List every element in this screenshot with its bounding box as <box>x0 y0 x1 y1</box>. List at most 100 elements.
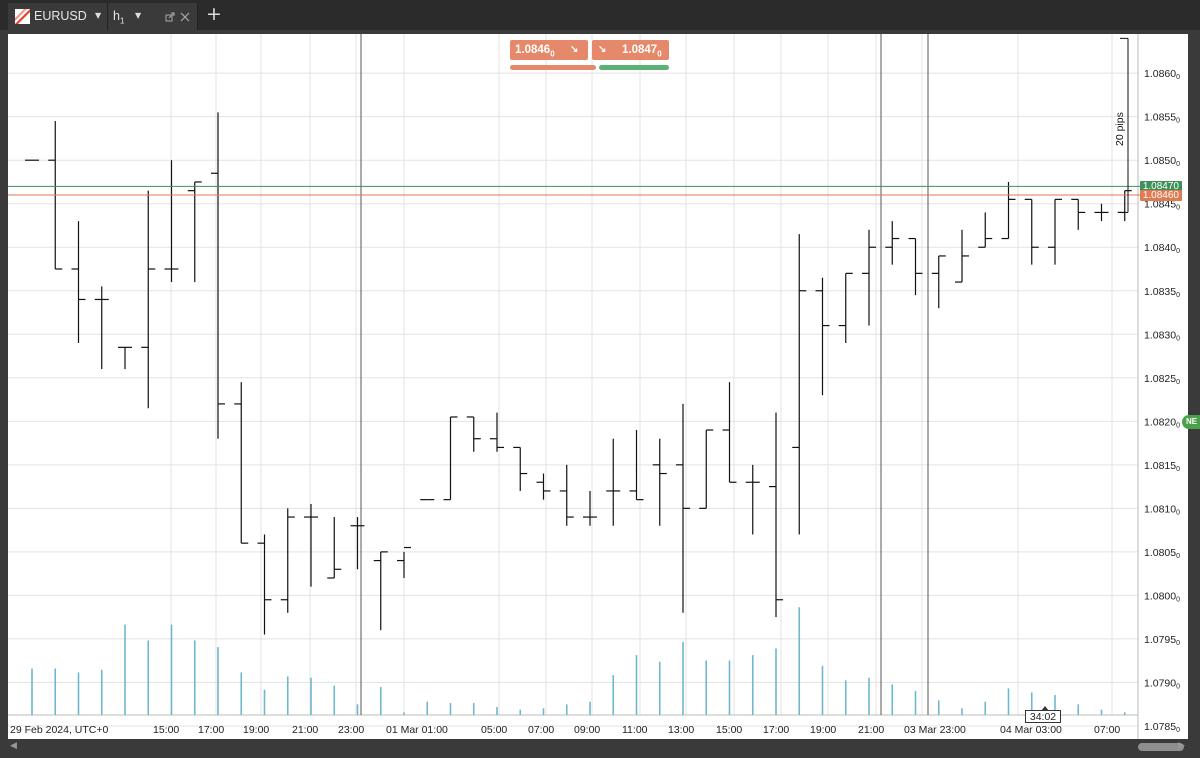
y-tick-label: 1.07950 <box>1144 634 1180 647</box>
y-tick-label-sub: 0 <box>1176 118 1180 125</box>
ohlc-bar <box>350 517 365 570</box>
ctrader-logo-icon <box>15 9 30 24</box>
ohlc-bar <box>559 464 574 526</box>
ohlc-bar <box>141 190 156 409</box>
measure-label: 20 pips <box>1114 112 1126 146</box>
ohlc-bar <box>466 416 481 452</box>
x-tick-label: 13:00 <box>668 724 694 736</box>
y-tick-label: 1.08550 <box>1144 112 1180 125</box>
ohlc-bar <box>373 551 388 631</box>
ohlc-bar <box>931 255 946 309</box>
y-tick-label-sub: 0 <box>1176 422 1180 429</box>
ohlc-bar <box>118 346 132 370</box>
y-tick-label: 1.07850 <box>1144 721 1180 734</box>
ohlc-bar <box>606 438 621 526</box>
ohlc-bar <box>257 534 272 635</box>
detach-icon[interactable] <box>165 12 175 22</box>
sell-volume-bar <box>510 65 596 70</box>
ohlc-bar <box>885 221 900 265</box>
horizontal-scrollbar[interactable]: ◀ ▶ <box>8 741 1188 753</box>
y-tick-label-sub: 0 <box>1176 248 1180 255</box>
ohlc-bar <box>187 181 202 283</box>
ohlc-bar <box>1024 198 1039 265</box>
y-tick-label-sub: 0 <box>1176 205 1180 212</box>
ohlc-bar <box>490 412 504 452</box>
arrow-down-right-icon: ↘ <box>570 44 579 55</box>
y-tick-label-sub: 0 <box>1176 727 1180 734</box>
ohlc-bar <box>862 229 876 326</box>
plus-icon[interactable]: + <box>206 5 222 24</box>
buy-volume-bar <box>599 65 669 70</box>
y-tick-label-sub: 0 <box>1176 161 1180 168</box>
ohlc-bar <box>699 429 714 509</box>
chevron-down-icon[interactable]: ▼ <box>95 11 101 20</box>
x-tick-label: 07:00 <box>1094 724 1120 736</box>
y-tick-label-sub: 0 <box>1176 74 1180 81</box>
ohlc-bar <box>164 160 179 283</box>
ohlc-bar <box>1048 198 1062 265</box>
buy-button[interactable]: ↘ 1.08470 <box>592 40 669 60</box>
x-tick-label: 15:00 <box>716 724 742 736</box>
x-tick-label: 07:00 <box>528 724 554 736</box>
ohlc-bar <box>745 464 760 535</box>
sell-price: 1.0846 <box>515 44 551 56</box>
y-tick-label-sub: 0 <box>1176 509 1180 516</box>
x-tick-label: 19:00 <box>243 724 269 736</box>
x-tick-label: 01 Mar 01:00 <box>386 724 448 736</box>
new-badge[interactable]: NE <box>1182 415 1200 429</box>
ohlc-bar <box>280 508 295 613</box>
ohlc-bar <box>838 272 853 343</box>
y-tick-label: 1.07900 <box>1144 677 1180 690</box>
ohlc-bar <box>234 382 249 544</box>
chevron-down-icon[interactable]: ▼ <box>135 11 141 20</box>
ohlc-bar <box>211 112 225 439</box>
x-tick-label: 19:00 <box>810 724 836 736</box>
scroll-right-icon[interactable]: ▶ <box>1178 741 1185 751</box>
x-tick-label: 11:00 <box>622 724 648 736</box>
x-tick-label: 05:00 <box>481 724 507 736</box>
sell-price-fraction: 0 <box>550 49 555 59</box>
ohlc-bar <box>792 234 807 535</box>
tab-bar: EURUSD ▼ h1 ▼ + <box>0 0 1200 30</box>
ohlc-chart[interactable]: 1.086001.085501.085001.084501.084001.083… <box>8 34 1188 739</box>
y-tick-label-sub: 0 <box>1176 596 1180 603</box>
scroll-left-icon[interactable]: ◀ <box>10 741 17 751</box>
y-tick-label-sub: 0 <box>1176 379 1180 386</box>
x-tick-label: 21:00 <box>858 724 884 736</box>
y-tick-label: 1.08050 <box>1144 547 1180 560</box>
chart-area[interactable]: 1.08600 1.08550 1.08500 1.08450 1.08400 1.083… <box>8 34 1188 739</box>
y-tick-label-sub: 0 <box>1176 553 1180 560</box>
y-tick-label: 1.08300 <box>1144 329 1180 342</box>
ohlc-bar <box>955 229 969 283</box>
x-tick-label: 17:00 <box>763 724 789 736</box>
x-tick-label: 23:00 <box>338 724 364 736</box>
ohlc-bar <box>652 438 667 526</box>
ohlc-bar <box>71 221 86 343</box>
buy-price-fraction: 0 <box>657 49 662 59</box>
x-tick-label: 21:00 <box>292 724 318 736</box>
ohlc-bar <box>304 504 318 587</box>
bar-countdown: 34:02 <box>1025 706 1061 723</box>
y-tick-label: 1.08250 <box>1144 373 1180 386</box>
symbol-label: EURUSD <box>34 9 87 23</box>
y-tick-label: 1.08200 <box>1144 416 1180 429</box>
x-tick-label: 04 Mar 03:00 <box>1000 724 1062 736</box>
close-icon[interactable] <box>180 12 190 22</box>
tab-symbol[interactable]: EURUSD ▼ <box>8 3 108 30</box>
y-tick-label: 1.08400 <box>1144 242 1180 255</box>
y-tick-label: 1.08350 <box>1144 286 1180 299</box>
ohlc-bar <box>536 473 551 500</box>
x-tick-label: 15:00 <box>153 724 179 736</box>
tab-timeframe[interactable]: h1 ▼ <box>108 3 198 30</box>
y-tick-label: 1.08150 <box>1144 460 1180 473</box>
ohlc-bar <box>513 446 528 491</box>
y-tick-label-sub: 0 <box>1176 292 1180 299</box>
x-tick-label: 29 Feb 2024, UTC+0 <box>10 724 109 736</box>
sell-button[interactable]: 1.08460 ↘ <box>510 40 588 60</box>
ohlc-bar <box>327 517 342 579</box>
arrow-down-right-icon: ↘ <box>598 44 607 55</box>
ohlc-bar <box>978 212 993 248</box>
x-tick-label: 03 Mar 23:00 <box>904 724 966 736</box>
y-tick-label: 1.08100 <box>1144 503 1180 516</box>
ohlc-bar <box>1001 181 1016 240</box>
